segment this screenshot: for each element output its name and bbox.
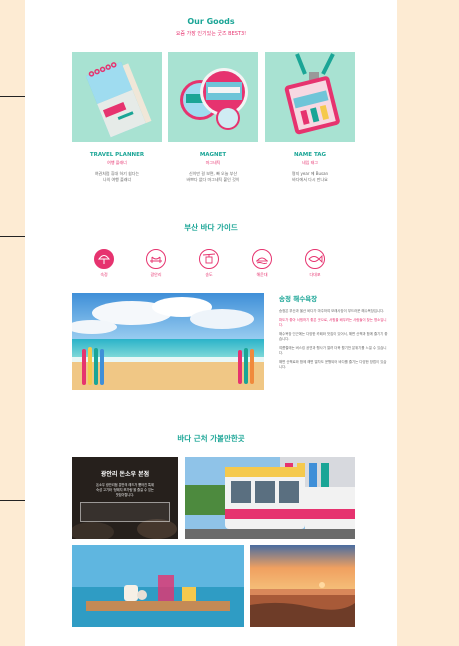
cable-car-icon xyxy=(199,249,219,269)
guide-tab-label: 숙정 xyxy=(100,272,108,277)
beach-photo xyxy=(72,293,264,390)
bridge-icon xyxy=(146,249,166,269)
magnet-image xyxy=(168,52,258,142)
restaurant-desc: 돈소우 광안리점 분만의 레드가 뿜어진 특제 숙성 고기와 '정돼지 쪼가림'… xyxy=(96,483,154,497)
restaurant-card[interactable]: 광안리 돈소우 본점 돈소우 광안리점 분만의 레드가 뿜어진 특제 숙성 고기… xyxy=(72,457,178,539)
goods-desc: 여권처럼 휴대 하기 쉽다는 나의 여행 플래너 xyxy=(94,171,140,182)
guide-tab-label: 다대포 xyxy=(309,272,321,277)
seaside-cafe-photo xyxy=(72,545,244,627)
goods-desc: 명지 year 에 Busan 바다에서 다시 만나요 xyxy=(291,171,329,182)
guide-tab-dadaepo[interactable]: 다대포 xyxy=(302,249,328,278)
goods-subtitle: 요즘 가장 인기있는 굿즈 BEST3! xyxy=(175,31,247,37)
guide-tab-label: 해운대 xyxy=(256,272,268,277)
nearby-title: 바다 근처 가볼만한곳 xyxy=(177,434,245,443)
name-tag-image xyxy=(265,52,355,142)
guide-tab-gwangalli[interactable]: 광안리 xyxy=(143,249,169,278)
beach-paragraph: 송정은 부산과 울산 바다가 마주하여 모래사장이 부드러운 해수욕장입니다. xyxy=(279,309,385,313)
goods-kr-name: 네임 태그 xyxy=(302,160,318,165)
beach-umbrella-icon xyxy=(94,249,114,269)
sunset-beach-photo xyxy=(250,545,355,627)
sun-icon xyxy=(252,249,272,269)
goods-kr-name: 마그네틱 xyxy=(205,160,221,165)
planner-image xyxy=(72,52,162,142)
sky-capsule-train-photo xyxy=(185,457,355,539)
beach-paragraph: 해수욕장 인근에는 다양한 카페와 맛집이 있어서, 해변 산책과 함께 즐기기… xyxy=(279,332,388,341)
beach-title: 송정 해수욕장 xyxy=(279,295,318,303)
goods-card-magnet[interactable]: MAGNET 마그네틱 신이만 걸 보면, 빠 오늘 부산 바쁘다 없다 마그네… xyxy=(168,52,258,183)
goods-card-name-tag[interactable]: NAME TAG 네임 태그 명지 year 에 Busan 바다에서 다시 만… xyxy=(265,52,355,183)
guide-tab-songdo[interactable]: 송도 xyxy=(196,249,222,278)
beach-paragraph-highlight: 파도가 좋아 서핑하기 좋은 곳으로, 서핑을 배우려는 사람들이 찾는 명소입… xyxy=(279,318,387,327)
goods-name: TRAVEL PLANNER xyxy=(89,152,145,158)
restaurant-name: 광안리 돈소우 본점 xyxy=(100,471,150,478)
beach-paragraph: 해변 산책로와 함께 해변 열차도 운행되어 바다를 즐기는 다양한 방법이 있… xyxy=(279,360,387,369)
beach-info: 송정 해수욕장 송정은 부산과 울산 바다가 마주하여 모래사장이 부드러운 해… xyxy=(279,293,389,374)
goods-kr-name: 여행 플래너 xyxy=(107,160,127,165)
guide-title: 부산 바다 가이드 xyxy=(184,223,238,232)
guide-tab-haeundae[interactable]: 해운대 xyxy=(249,249,275,278)
goods-name: NAME TAG xyxy=(293,152,327,158)
guide-tab-label: 송도 xyxy=(205,272,213,277)
fish-icon xyxy=(305,249,325,269)
goods-card-planner[interactable]: TRAVEL PLANNER 여행 플래너 여권처럼 휴대 하기 쉽다는 나의 … xyxy=(72,52,162,183)
page-canvas: Our Goods 요즘 가장 인기있는 굿즈 BEST3! TRAVEL PL… xyxy=(25,0,397,646)
guide-tab-songjeong[interactable]: 숙정 xyxy=(91,249,117,278)
guide-tab-label: 광안리 xyxy=(150,272,162,277)
beach-paragraph: 여름철에는 버스킹 공연과 행사가 열려 더욱 활기찬 분위기를 느낄 수 있습… xyxy=(279,346,387,355)
goods-name: MAGNET xyxy=(199,152,227,158)
restaurant-info-box xyxy=(80,502,170,522)
goods-title: Our Goods xyxy=(187,17,235,26)
goods-desc: 신이만 걸 보면, 빠 오늘 부산 바쁘다 없다 마그네틱 붙인 것이 xyxy=(186,171,240,182)
